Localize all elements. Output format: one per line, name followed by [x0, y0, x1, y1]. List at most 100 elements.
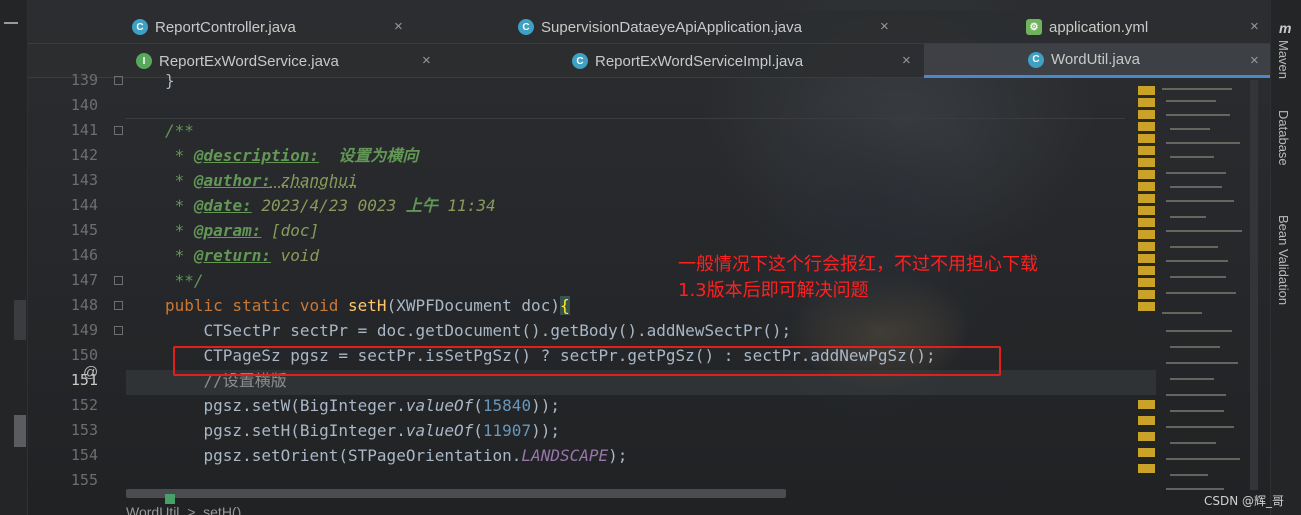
- maven-tool-button[interactable]: Maven: [1276, 40, 1291, 79]
- minimap-marker: [1138, 86, 1155, 95]
- code-line-139: }: [165, 71, 175, 90]
- line-number: 154: [70, 446, 98, 464]
- code-line-152: pgsz.setW(BigInteger.valueOf(15840));: [165, 396, 560, 415]
- code-line-141: /**: [165, 121, 194, 140]
- yaml-icon: ⚙: [1026, 19, 1042, 35]
- line-number: 148: [70, 296, 98, 314]
- minimap-marker: [1138, 206, 1155, 215]
- line-number: 144: [70, 196, 98, 214]
- line-number: 142: [70, 146, 98, 164]
- close-icon[interactable]: ×: [902, 52, 911, 69]
- close-icon[interactable]: ×: [394, 18, 403, 35]
- caret-marker: [165, 494, 175, 504]
- fold-icon[interactable]: [114, 76, 123, 85]
- minimap-marker: [1138, 110, 1155, 119]
- line-number: 143: [70, 171, 98, 189]
- vertical-scrollbar[interactable]: [1250, 80, 1258, 490]
- interface-icon: I: [136, 53, 152, 69]
- line-number: 153: [70, 421, 98, 439]
- fold-icon[interactable]: [114, 276, 123, 285]
- tab-label: application.yml: [1049, 18, 1149, 36]
- minimap-marker: [1138, 122, 1155, 131]
- close-icon[interactable]: ×: [422, 52, 431, 69]
- minimap-marker: [1138, 416, 1155, 425]
- code-editor[interactable]: } /** * @description: 设置为横向 * @author: z…: [125, 68, 1135, 498]
- minimap-marker: [1138, 146, 1155, 155]
- spring-app-icon: C: [518, 19, 534, 35]
- class-icon: C: [572, 53, 588, 69]
- fold-icon[interactable]: [114, 301, 123, 310]
- code-line-142: * @description: 设置为横向: [165, 146, 419, 165]
- minimap-marker: [1138, 230, 1155, 239]
- code-line-146: * @return: void: [165, 246, 320, 265]
- editor-tab-row-1: C ReportController.java × C SupervisionD…: [28, 10, 1270, 44]
- minimap-marker: [1138, 464, 1155, 473]
- line-number: 146: [70, 246, 98, 264]
- close-icon[interactable]: ×: [880, 18, 889, 35]
- line-number: 139: [70, 71, 98, 89]
- database-tool-button[interactable]: Database: [1276, 110, 1291, 166]
- code-line-144: * @date: 2023/4/23 0023 上午 11:34: [165, 196, 496, 215]
- bean-validation-tool-button[interactable]: Bean Validation: [1276, 215, 1291, 305]
- line-number: 140: [70, 96, 98, 114]
- code-line-143: * @author: zhanghui: [165, 171, 358, 190]
- watermark: CSDN @辉_哥: [1204, 494, 1285, 508]
- code-line-149: CTSectPr sectPr = doc.getDocument().getB…: [165, 321, 792, 340]
- left-strip-marker: [14, 415, 26, 447]
- line-number: 155: [70, 471, 98, 489]
- minimap-marker: [1138, 302, 1155, 311]
- method-separator: [125, 118, 1125, 119]
- close-icon[interactable]: ×: [1250, 18, 1259, 35]
- tab-label: WordUtil.java: [1051, 51, 1140, 68]
- minimap-marker: [1138, 448, 1155, 457]
- line-number: 145: [70, 221, 98, 239]
- class-icon: C: [1028, 51, 1044, 68]
- code-minimap[interactable]: [1136, 80, 1248, 500]
- minimap-marker: [1138, 290, 1155, 299]
- highlight-box: [173, 346, 1001, 376]
- annotation-note-line-1: 一般情况下这个行会报红，不过不用担心下载: [678, 254, 1038, 275]
- left-tool-strip: [0, 0, 28, 515]
- tab-supervision-app[interactable]: C SupervisionDataeyeApiApplication.java: [518, 10, 802, 44]
- annotation-marker-icon[interactable]: @: [83, 364, 98, 381]
- line-number: 149: [70, 321, 98, 339]
- close-icon[interactable]: ×: [1250, 52, 1259, 69]
- minimap-marker: [1138, 170, 1155, 179]
- left-strip-marker: [14, 300, 26, 340]
- minimap-marker: [1138, 182, 1155, 191]
- maven-icon[interactable]: m: [1279, 20, 1291, 36]
- horizontal-scrollbar[interactable]: [126, 489, 786, 498]
- line-number: 141: [70, 121, 98, 139]
- breadcrumb[interactable]: WordUtil > setH(): [126, 504, 241, 515]
- fold-icon[interactable]: [114, 126, 123, 135]
- minimap-marker: [1138, 98, 1155, 107]
- tab-label: ReportExWordServiceImpl.java: [595, 52, 804, 70]
- line-number: 147: [70, 271, 98, 289]
- minimap-marker: [1138, 266, 1155, 275]
- minimap-marker: [1138, 432, 1155, 441]
- code-line-154: pgsz.setOrient(STPageOrientation.LANDSCA…: [165, 446, 628, 465]
- code-line-147: **/: [165, 271, 204, 290]
- collapse-icon[interactable]: [4, 22, 18, 24]
- tab-label: ReportController.java: [155, 18, 296, 36]
- code-line-145: * @param: [doc]: [165, 221, 320, 240]
- minimap-marker: [1138, 158, 1155, 167]
- minimap-marker: [1138, 194, 1155, 203]
- tab-label: ReportExWordService.java: [159, 52, 339, 70]
- tab-report-controller[interactable]: C ReportController.java: [132, 10, 296, 44]
- line-number: 152: [70, 396, 98, 414]
- minimap-marker: [1138, 134, 1155, 143]
- minimap-marker: [1138, 278, 1155, 287]
- fold-icon[interactable]: [114, 326, 123, 335]
- minimap-marker: [1138, 400, 1155, 409]
- tab-application-yml[interactable]: ⚙ application.yml: [1026, 10, 1148, 44]
- minimap-marker: [1138, 218, 1155, 227]
- class-icon: C: [132, 19, 148, 35]
- annotation-note-line-2: 1.3版本后即可解决问题: [678, 280, 869, 301]
- tab-label: SupervisionDataeyeApiApplication.java: [541, 18, 802, 36]
- minimap-marker: [1138, 242, 1155, 251]
- line-number-gutter: 139 140 141 142 143 144 145 146 147 148 …: [28, 68, 126, 498]
- code-line-153: pgsz.setH(BigInteger.valueOf(11907));: [165, 421, 560, 440]
- code-line-148: public static void setH(XWPFDocument doc…: [165, 296, 570, 315]
- minimap-marker: [1138, 254, 1155, 263]
